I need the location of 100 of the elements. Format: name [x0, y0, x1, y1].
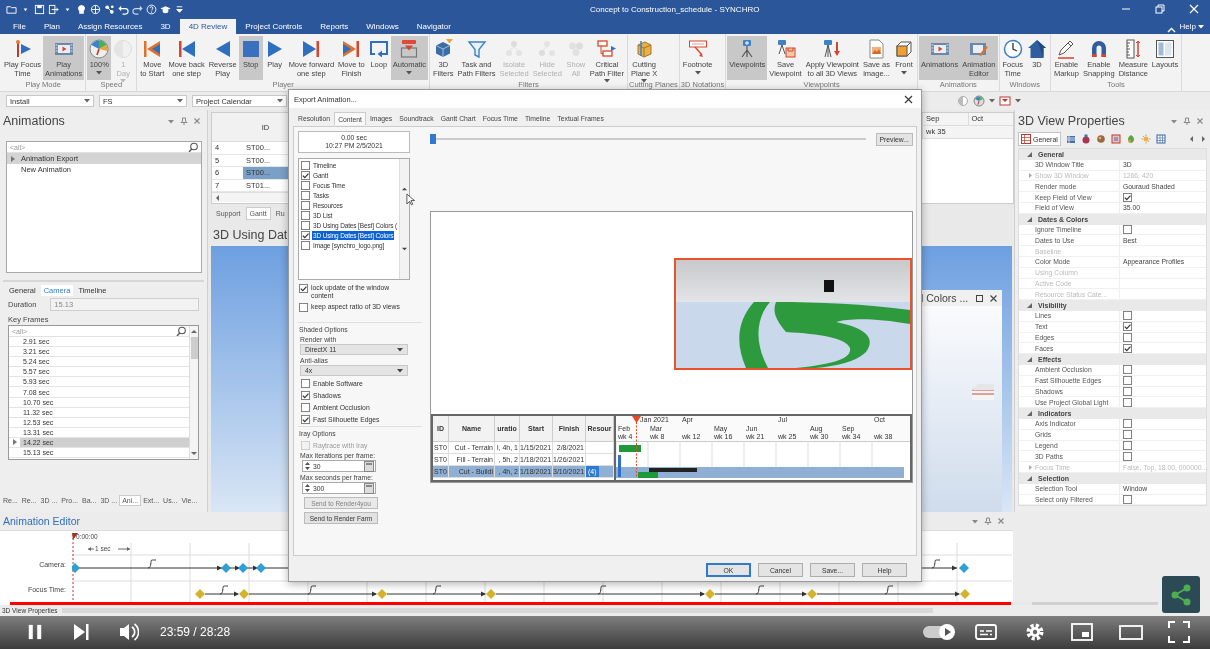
checkbox[interactable]: [1123, 386, 1132, 396]
current-time-marker[interactable]: [632, 416, 641, 478]
checkbox[interactable]: [1123, 192, 1132, 202]
checkbox[interactable]: [1123, 322, 1132, 332]
help-icon[interactable]: [146, 3, 157, 15]
filter-toggle-icon[interactable]: [999, 95, 1011, 107]
collapse-ribbon-icon[interactable]: [1166, 26, 1176, 34]
keyframe-marker[interactable]: [960, 589, 970, 599]
checkbox[interactable]: [301, 160, 310, 170]
ribbon-tab[interactable]: Project Controls: [236, 19, 312, 34]
ribbon-tab[interactable]: Plan: [34, 19, 69, 34]
checkbox[interactable]: [301, 170, 310, 180]
captions-icon[interactable]: [975, 623, 997, 641]
scroll-thumb[interactable]: [190, 337, 198, 359]
share-button[interactable]: [1162, 576, 1200, 613]
pause-icon[interactable]: [27, 623, 43, 641]
next-icon[interactable]: [73, 623, 89, 641]
ribbon-tab[interactable]: 4D Review: [179, 19, 237, 34]
restore-icon[interactable]: [1154, 3, 1166, 15]
leaf-icon[interactable]: [1125, 134, 1136, 144]
customize-icon[interactable]: [174, 3, 185, 15]
ribbon-tab[interactable]: Assign Resources: [68, 19, 152, 34]
pin-icon[interactable]: [180, 117, 188, 125]
expander-icon[interactable]: [9, 154, 16, 163]
scrollbar[interactable]: [212, 192, 288, 202]
network-icon[interactable]: [104, 3, 115, 15]
dropdown-icon[interactable]: [167, 117, 175, 125]
checkbox[interactable]: [1123, 332, 1132, 342]
scrollbar[interactable]: [189, 326, 198, 459]
checkbox[interactable]: [1123, 419, 1132, 429]
scroll-right-icon[interactable]: [1200, 135, 1207, 143]
fullscreen-icon[interactable]: [1168, 621, 1190, 643]
3d-scene-drawing[interactable]: [674, 258, 912, 370]
maximize-icon[interactable]: [975, 293, 984, 303]
gantt-preview[interactable]: [431, 414, 912, 482]
ribbon-tab[interactable]: Windows: [357, 19, 408, 34]
checkbox[interactable]: [299, 284, 308, 293]
autoplay-toggle[interactable]: [923, 626, 953, 638]
expander-icon[interactable]: [1028, 464, 1033, 470]
flask-icon[interactable]: [1080, 134, 1091, 144]
folder-icon[interactable]: [6, 3, 17, 15]
table-icon[interactable]: [1155, 134, 1166, 144]
ribbon-tab[interactable]: Reports: [311, 19, 358, 34]
save-icon[interactable]: [34, 3, 45, 15]
checkbox[interactable]: [301, 211, 310, 220]
checkbox[interactable]: [301, 190, 310, 200]
checkbox[interactable]: [301, 221, 310, 231]
keyframe-marker[interactable]: [72, 563, 80, 573]
bulb-icon[interactable]: [76, 3, 87, 15]
checkbox[interactable]: [1123, 365, 1132, 375]
list-icon[interactable]: [1065, 134, 1076, 144]
globe-icon[interactable]: [90, 3, 101, 15]
checkbox[interactable]: [1123, 376, 1132, 386]
keyframe-marker[interactable]: [959, 563, 969, 573]
graduation-cap-icon[interactable]: [160, 3, 171, 15]
close-icon[interactable]: [989, 293, 998, 303]
checkbox[interactable]: [1123, 311, 1132, 321]
keyframe-marker[interactable]: [377, 589, 387, 599]
layout-canvas[interactable]: [430, 211, 913, 483]
checkbox[interactable]: [1123, 224, 1132, 234]
checkbox[interactable]: [301, 379, 310, 388]
checkbox[interactable]: [299, 303, 308, 312]
checkbox[interactable]: [301, 200, 310, 210]
miniplayer-icon[interactable]: [1071, 622, 1093, 642]
checkbox[interactable]: [301, 403, 310, 412]
keyframe-marker[interactable]: [256, 563, 266, 573]
sphere-icon[interactable]: [1095, 134, 1106, 144]
checkbox[interactable]: [1123, 343, 1132, 353]
checkbox[interactable]: [301, 180, 310, 190]
settings-icon[interactable]: [1025, 622, 1045, 642]
import-icon[interactable]: [48, 3, 59, 15]
pin-icon[interactable]: [1183, 117, 1191, 125]
checkbox[interactable]: [1123, 451, 1132, 461]
keyframe-marker[interactable]: [238, 563, 248, 573]
keyframe-marker[interactable]: [705, 589, 715, 599]
keyframe-marker[interactable]: [221, 563, 231, 573]
keyframe-marker[interactable]: [195, 589, 205, 599]
checkbox[interactable]: [301, 415, 310, 424]
dropdown-icon[interactable]: [971, 517, 979, 525]
keyframe-marker[interactable]: [486, 589, 496, 599]
ribbon-tab[interactable]: Navigator: [407, 19, 460, 34]
expander-icon[interactable]: [1028, 172, 1033, 179]
checkbox[interactable]: [301, 231, 310, 241]
keyframe-marker[interactable]: [807, 589, 817, 599]
checkbox[interactable]: [301, 391, 310, 400]
scrollbar[interactable]: [399, 159, 409, 279]
checkbox[interactable]: [301, 241, 310, 251]
help-button[interactable]: Help: [1175, 19, 1210, 34]
search-icon[interactable]: [188, 142, 198, 152]
ribbon-tab[interactable]: 3D: [151, 19, 180, 34]
checkbox[interactable]: [1123, 397, 1132, 407]
scroll-left-icon[interactable]: [1188, 135, 1195, 143]
theater-mode-icon[interactable]: [1119, 622, 1143, 642]
keyframe-marker[interactable]: [239, 589, 249, 599]
gauge-icon[interactable]: [973, 95, 985, 107]
slider-thumb[interactable]: [430, 134, 436, 144]
search-icon[interactable]: [176, 326, 186, 336]
ribbon-tab[interactable]: File: [4, 19, 35, 34]
checkbox[interactable]: [1123, 430, 1132, 440]
pin-icon[interactable]: [984, 517, 992, 525]
